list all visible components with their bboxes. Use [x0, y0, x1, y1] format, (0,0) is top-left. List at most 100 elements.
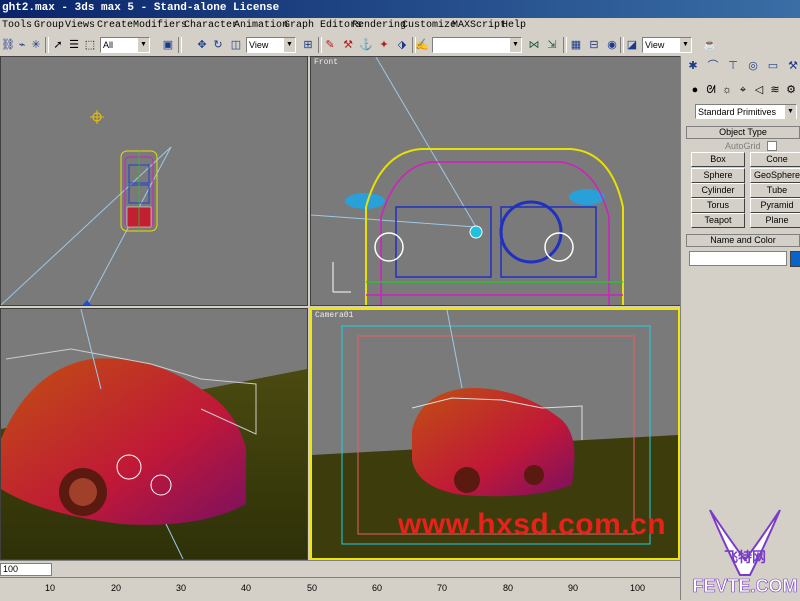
chevron-down-icon: ▼: [680, 38, 691, 52]
percent-snap-icon[interactable]: ✦: [376, 37, 392, 53]
selection-filter-value: All: [103, 40, 114, 50]
schematic-icon[interactable]: ⊟: [586, 37, 602, 53]
toolbar-separator: [563, 37, 567, 53]
sphere-button[interactable]: Sphere: [691, 168, 745, 183]
menu-tools[interactable]: Tools: [2, 20, 32, 31]
category-dropdown[interactable]: Standard Primitives ▼: [695, 104, 797, 119]
tick-label: 80: [503, 583, 514, 593]
mirror-icon[interactable]: ⋈: [526, 37, 542, 53]
rollout-object-type[interactable]: Object Type: [686, 126, 800, 139]
torus-button[interactable]: Torus: [691, 198, 745, 213]
logo-cn-text: 飞特网: [724, 549, 766, 565]
render-scene-icon[interactable]: ◪: [624, 37, 640, 53]
object-color-swatch[interactable]: [790, 251, 800, 267]
logo-en-text: FEVTE.COM: [692, 576, 797, 596]
quick-render-icon[interactable]: ☕: [702, 37, 718, 53]
chevron-down-icon: ▼: [138, 38, 149, 52]
move-icon[interactable]: ✥: [194, 37, 210, 53]
window-title: ght2.max - 3ds max 5 - Stand-alone Licen…: [2, 2, 280, 14]
viewport-front[interactable]: Front: [310, 56, 682, 306]
hierarchy-tab-icon[interactable]: ⊤: [725, 58, 741, 74]
angle-snap-icon[interactable]: ⚓: [358, 37, 374, 53]
perspective-viewport-scene: [1, 309, 307, 559]
menu-views[interactable]: Views: [65, 20, 95, 31]
cylinder-button[interactable]: Cylinder: [691, 183, 745, 198]
render-type-dropdown[interactable]: View ▼: [642, 37, 692, 53]
autogrid-checkbox[interactable]: [767, 141, 777, 151]
align-icon[interactable]: ⇲: [544, 37, 560, 53]
select-manipulate-icon[interactable]: ✎: [322, 37, 338, 53]
render-type-value: View: [645, 40, 665, 50]
menu-rendering[interactable]: Rendering: [352, 20, 406, 31]
edit-named-selection-icon[interactable]: ✍: [414, 37, 430, 53]
create-tab-icon[interactable]: ✱: [685, 58, 701, 74]
track-view-icon[interactable]: ▦: [568, 37, 584, 53]
cone-button[interactable]: Cone: [750, 152, 800, 167]
tick-label: 20: [111, 583, 122, 593]
display-tab-icon[interactable]: ▭: [765, 58, 781, 74]
teapot-button[interactable]: Teapot: [691, 213, 745, 228]
autogrid-label: AutoGrid: [725, 141, 761, 151]
menu-graph-editors[interactable]: Graph Editors: [284, 20, 362, 31]
object-name-input[interactable]: [689, 251, 787, 266]
viewport-perspective[interactable]: [0, 308, 308, 560]
reference-coordinate-dropdown[interactable]: View ▼: [246, 37, 296, 53]
rotate-icon[interactable]: ↻: [210, 37, 226, 53]
helpers-icon[interactable]: ◁: [751, 82, 767, 98]
menu-group[interactable]: Group: [34, 20, 64, 31]
snap-toggle-icon[interactable]: ⚒: [340, 37, 356, 53]
tick-label: 60: [372, 583, 383, 593]
select-by-color-icon[interactable]: ▣: [160, 37, 176, 53]
scale-icon[interactable]: ◫: [228, 37, 244, 53]
tick-label: 50: [307, 583, 318, 593]
plane-button[interactable]: Plane: [750, 213, 800, 228]
category-value: Standard Primitives: [698, 107, 777, 117]
frame-slider-display[interactable]: 100: [0, 563, 52, 576]
spacewarps-icon[interactable]: ≋: [767, 82, 783, 98]
geosphere-button[interactable]: GeoSphere: [750, 168, 800, 183]
menu-bar: Tools Group Views Create Modifiers Chara…: [0, 18, 800, 35]
main-toolbar: ⛓ ⌁ ✳ ➚ ☰ ⬚ All ▼ ▣ ✥ ↻ ◫ View ▼ ⊞ ✎ ⚒ ⚓ ✦…: [0, 35, 800, 57]
menu-maxscript[interactable]: MAXScript: [452, 20, 506, 31]
tube-button[interactable]: Tube: [750, 183, 800, 198]
toolbar-separator: [178, 37, 182, 53]
fevte-logo: 飞特网 FEVTE.COM: [692, 509, 798, 596]
menu-animation[interactable]: Animation: [234, 20, 288, 31]
select-icon[interactable]: ➚: [50, 37, 66, 53]
systems-icon[interactable]: ⚙: [783, 82, 799, 98]
utilities-tab-icon[interactable]: ⚒: [785, 58, 800, 74]
timeline[interactable]: 100 10 20 30 40 50 60 70 80 90 100: [0, 560, 680, 601]
toolbar-separator: [45, 37, 49, 53]
tick-label: 90: [568, 583, 579, 593]
geometry-icon[interactable]: ●: [687, 82, 703, 98]
pyramid-button[interactable]: Pyramid: [750, 198, 800, 213]
menu-customize[interactable]: Customize: [402, 20, 456, 31]
motion-tab-icon[interactable]: ◎: [745, 58, 761, 74]
chevron-down-icon: ▼: [284, 38, 295, 52]
menu-character[interactable]: Character: [184, 20, 238, 31]
title-bar: ght2.max - 3ds max 5 - Stand-alone Licen…: [0, 0, 800, 18]
tick-label: 40: [241, 583, 252, 593]
menu-help[interactable]: Help: [502, 20, 526, 31]
viewport-top[interactable]: [0, 56, 308, 306]
cameras-icon[interactable]: ⌖: [735, 82, 751, 98]
rollout-name-and-color[interactable]: Name and Color: [686, 234, 800, 247]
menu-modifiers[interactable]: Modifiers: [133, 20, 187, 31]
timeline-track: [0, 577, 680, 578]
ref-coord-value: View: [249, 40, 269, 50]
box-button[interactable]: Box: [691, 152, 745, 167]
menu-create[interactable]: Create: [97, 20, 133, 31]
region-select-icon[interactable]: ⬚: [82, 37, 98, 53]
shapes-icon[interactable]: ᘛ: [703, 82, 719, 98]
named-selection-dropdown[interactable]: ▼: [432, 37, 522, 53]
rollout-title: Object Type: [719, 127, 767, 137]
selection-filter-dropdown[interactable]: All ▼: [100, 37, 150, 53]
lights-icon[interactable]: ☼: [719, 82, 735, 98]
bind-spacewarp-icon[interactable]: ✳: [28, 37, 44, 53]
pivot-center-icon[interactable]: ⊞: [300, 37, 316, 53]
spinner-snap-icon[interactable]: ⬗: [394, 37, 410, 53]
select-by-name-icon[interactable]: ☰: [66, 37, 82, 53]
material-editor-icon[interactable]: ◉: [604, 37, 620, 53]
rollout-title: Name and Color: [710, 235, 776, 245]
modify-tab-icon[interactable]: ⌒: [705, 58, 721, 74]
